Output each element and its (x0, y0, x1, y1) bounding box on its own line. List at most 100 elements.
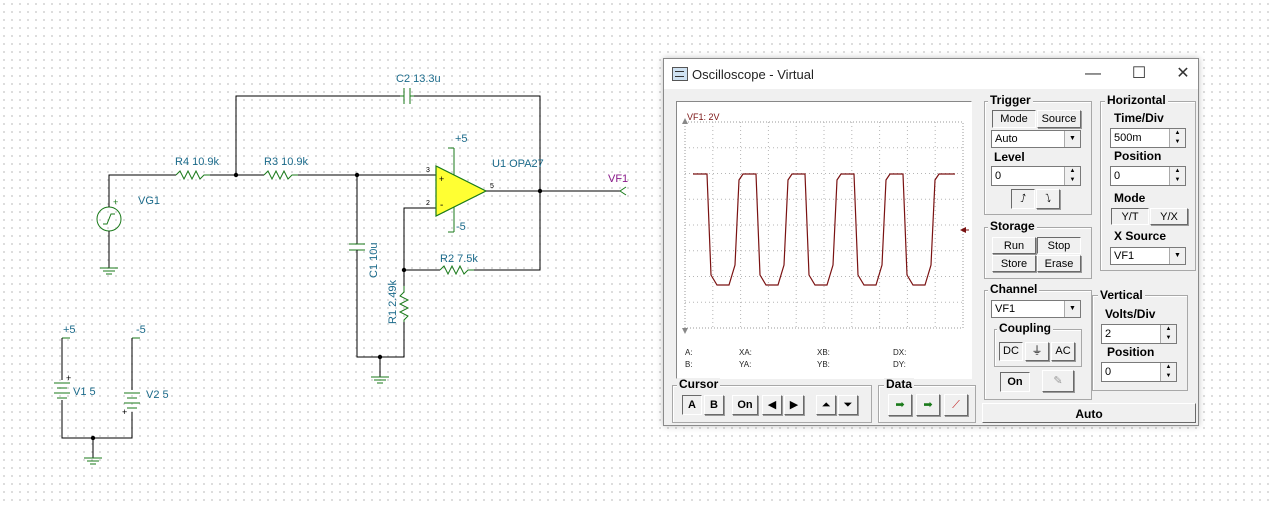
r2-label: R2 7.5k (440, 253, 478, 265)
vminus-label: -5 (456, 221, 466, 233)
cursor-a-bottom-marker[interactable] (682, 328, 688, 334)
cursor-b-readout: B: (685, 360, 693, 369)
cursor-on-button[interactable]: On (732, 395, 758, 415)
voltsdiv-spinner[interactable]: 2 ▲ ▼ (1101, 324, 1177, 344)
pin-2-label: 2 (426, 200, 430, 207)
spin-down-icon[interactable]: ▼ (1160, 334, 1176, 343)
junction-dot (537, 188, 543, 194)
cursor-right-button[interactable]: ▶ (784, 395, 804, 415)
minimize-button[interactable]: — (1078, 63, 1108, 85)
probe-vf1[interactable] (619, 186, 627, 196)
yx-mode-button[interactable]: Y/X (1150, 208, 1188, 225)
spin-down-icon[interactable]: ▼ (1169, 138, 1185, 147)
export-data-icon: ➡ (895, 399, 905, 411)
wire-v1-bottom (61, 400, 133, 439)
v1-label: V1 5 (73, 386, 96, 398)
opamp-u1[interactable]: + - (435, 147, 488, 233)
pin-3-label: 3 (426, 167, 430, 174)
channel-select[interactable]: VF1 ▼ (991, 300, 1081, 318)
cursor-a-button[interactable]: A (682, 395, 702, 415)
erase-button[interactable]: Erase (1037, 255, 1081, 272)
u1-label: U1 OPA27 (492, 158, 544, 170)
close-button[interactable]: ✕ (1168, 63, 1198, 85)
r4-label: R4 10.9k (175, 156, 220, 168)
cursor-down-button[interactable]: ⏷ (838, 395, 858, 415)
auto-button[interactable]: Auto (982, 403, 1196, 423)
resistor-r1[interactable] (398, 286, 410, 322)
capacitor-c2[interactable] (400, 88, 414, 104)
spin-down-icon[interactable]: ▼ (1160, 372, 1176, 381)
rising-edge-icon: ⭜ (1020, 193, 1026, 205)
store-button[interactable]: Store (992, 255, 1036, 272)
vplus-label: +5 (455, 133, 468, 145)
storage-title: Storage (988, 219, 1037, 233)
voltsdiv-label: Volts/Div (1105, 307, 1156, 321)
trigger-mode-button[interactable]: Mode (992, 110, 1036, 128)
cursor-left-button[interactable]: ◀ (762, 395, 782, 415)
chevron-down-icon: ▼ (1064, 301, 1080, 317)
timediv-spinner[interactable]: 500m ▲ ▼ (1110, 128, 1186, 148)
run-button[interactable]: Run (992, 237, 1036, 254)
horizontal-position-label: Position (1114, 149, 1162, 163)
circuit-schematic[interactable]: C2 13.3u + VG1 R4 10.9k R3 10.9k C1 10u (0, 0, 660, 507)
yt-mode-button[interactable]: Y/T (1111, 208, 1149, 225)
cursor-b-button[interactable]: B (704, 395, 724, 415)
data-title: Data (884, 377, 915, 391)
maximize-button[interactable]: ☐ (1124, 63, 1154, 85)
cursor-title: Cursor (677, 377, 721, 391)
ac-coupling-button[interactable]: AC (1051, 342, 1075, 361)
ground-symbol-vg1 (100, 267, 118, 275)
dx-readout: DX: (893, 348, 907, 357)
vg1-label: VG1 (138, 195, 160, 207)
ground-icon: ⏚ (1031, 345, 1043, 357)
vertical-position-spinner[interactable]: 0 ▲ ▼ (1101, 362, 1177, 382)
ground-symbol-supply (84, 457, 102, 465)
svg-text:+: + (66, 373, 71, 383)
scope-display[interactable]: VF1: 2V A: B: XA: YA: XB: YB: DX: DY: (676, 101, 972, 379)
horizontal-position-spinner[interactable]: 0 ▲ ▼ (1110, 166, 1186, 186)
stop-button[interactable]: Stop (1037, 237, 1081, 254)
falling-edge-button[interactable]: ⭝ (1036, 189, 1060, 209)
resistor-r3[interactable] (263, 169, 298, 181)
battery-v1[interactable]: + (54, 373, 71, 399)
title-bar[interactable]: Oscilloscope - Virtual — ☐ ✕ (664, 59, 1198, 89)
import-data-icon: ➡ (923, 399, 933, 411)
channel-scale-label: VF1: 2V (687, 112, 720, 122)
wire-feedback-top-right (414, 95, 541, 192)
import-data-button[interactable]: ➡ (916, 394, 940, 416)
dc-coupling-button[interactable]: DC (999, 342, 1023, 361)
export-data-button[interactable]: ➡ (888, 394, 912, 416)
capacitor-c1[interactable] (349, 243, 365, 251)
trigger-level-marker[interactable] (960, 227, 966, 233)
spin-down-icon[interactable]: ▼ (1064, 176, 1080, 185)
vertical-title: Vertical (1098, 288, 1145, 302)
cursor-up-button[interactable]: ⏶ (816, 395, 836, 415)
trigger-mode-value: Auto (995, 133, 1018, 145)
pin-5-label: 5 (490, 183, 494, 190)
rail-pos-label: +5 (63, 324, 76, 336)
xsource-select[interactable]: VF1 ▼ (1110, 247, 1186, 265)
resistor-r2[interactable] (439, 264, 474, 276)
v2-label: V2 5 (146, 389, 169, 401)
spin-down-icon[interactable]: ▼ (1169, 176, 1185, 185)
trigger-source-button[interactable]: Source (1037, 110, 1081, 128)
horizontal-position-value: 0 (1114, 170, 1121, 182)
battery-v2[interactable]: + (122, 392, 140, 417)
yb-readout: YB: (817, 360, 830, 369)
voltsdiv-value: 2 (1105, 328, 1112, 340)
gnd-coupling-button[interactable]: ⏚ (1025, 342, 1049, 361)
trigger-mode-select[interactable]: Auto ▼ (991, 130, 1081, 148)
vf1-label: VF1 (608, 173, 628, 185)
timediv-value: 500m (1114, 132, 1142, 144)
rising-edge-button[interactable]: ⭜ (1011, 189, 1035, 209)
channel-color-button[interactable]: ✎ (1042, 370, 1074, 392)
clear-data-button[interactable]: ⟋ (944, 394, 968, 416)
trigger-level-spinner[interactable]: 0 ▲ ▼ (991, 166, 1081, 186)
chevron-down-icon: ▼ (1064, 131, 1080, 147)
channel-on-button[interactable]: On (1000, 372, 1030, 392)
ya-readout: YA: (739, 360, 752, 369)
oscilloscope-app-icon (672, 67, 688, 81)
resistor-r4[interactable] (175, 169, 210, 181)
oscilloscope-window[interactable]: Oscilloscope - Virtual — ☐ ✕ VF1: 2V A: … (663, 58, 1199, 426)
arrow-up-icon: ⏶ (821, 399, 831, 411)
